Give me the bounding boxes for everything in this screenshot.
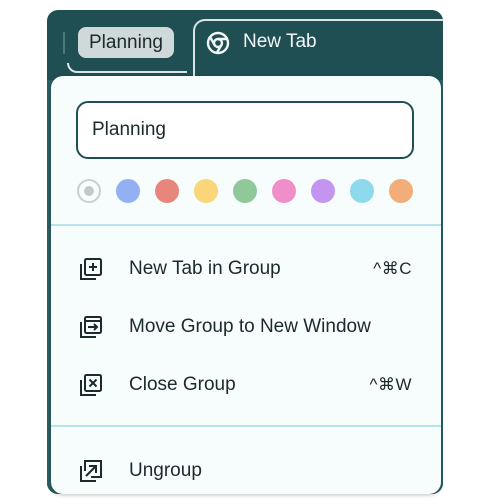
menu-divider (51, 425, 441, 427)
tab-group-chip[interactable]: Planning (78, 27, 174, 58)
ungroup-label: Ungroup (129, 460, 202, 481)
color-swatch-yellow[interactable] (194, 179, 218, 203)
group-name-input[interactable] (76, 101, 414, 159)
new-tab-in-group-label: New Tab in Group (129, 258, 281, 279)
move-group-to-new-window-item[interactable]: Move Group to New Window (51, 297, 441, 355)
color-swatch-green[interactable] (233, 179, 257, 203)
color-swatch-purple[interactable] (311, 179, 335, 203)
color-swatch-cyan[interactable] (350, 179, 374, 203)
color-picker (77, 179, 417, 205)
color-swatch-blue[interactable] (116, 179, 140, 203)
color-swatch-pink[interactable] (272, 179, 296, 203)
color-swatch-orange[interactable] (389, 179, 413, 203)
tab-separator (63, 32, 65, 54)
close-group-icon (80, 374, 102, 396)
move-to-window-icon (80, 316, 102, 338)
new-tab-in-group-icon (80, 258, 102, 280)
chrome-icon (206, 31, 230, 55)
menu-divider (51, 224, 441, 226)
tab-new-tab[interactable] (193, 19, 443, 79)
new-tab-in-group-shortcut: ^⌘C (373, 259, 412, 278)
color-swatch-red[interactable] (155, 179, 179, 203)
color-swatch-grey[interactable] (77, 179, 101, 203)
close-group-label: Close Group (129, 374, 236, 395)
tab-strip: Planning New Tab (47, 10, 443, 79)
tab-title: New Tab (243, 31, 317, 52)
ungroup-item[interactable]: Ungroup (51, 441, 441, 499)
close-group-item[interactable]: Close Group ^⌘W (51, 355, 441, 413)
tab-group-underline (67, 63, 187, 73)
ungroup-icon (80, 460, 102, 482)
move-group-to-new-window-label: Move Group to New Window (129, 316, 371, 337)
tab-group-editor-menu: New Tab in Group ^⌘C Move Group to New W… (51, 76, 441, 494)
close-group-shortcut: ^⌘W (369, 375, 412, 394)
new-tab-in-group-item[interactable]: New Tab in Group ^⌘C (51, 239, 441, 297)
